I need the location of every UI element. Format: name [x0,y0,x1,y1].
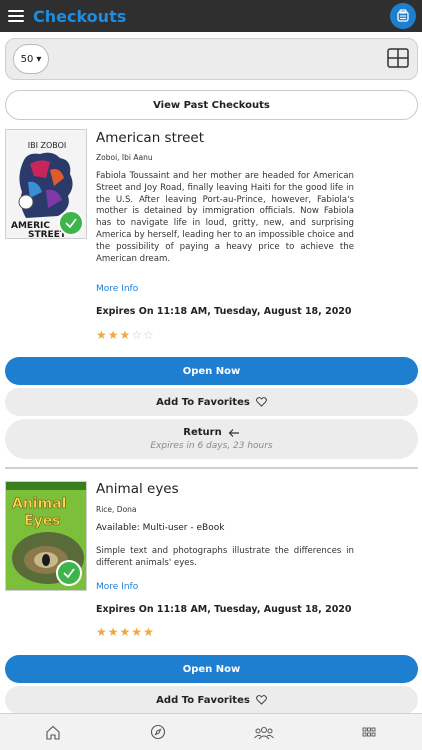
divider [5,467,418,469]
chevron-down-icon: ▾ [36,53,42,65]
nav-community-button[interactable] [252,722,276,742]
book-cover[interactable]: IBI ZOBOI AMERIC STREET [5,129,87,239]
favorites-label: Add To Favorites [156,694,250,706]
home-icon [46,725,60,740]
availability-text: Available: Multi-user - eBook [96,523,225,533]
star-icon: ★ [96,328,107,342]
star-rating[interactable]: ★ ★ ★ ★ ★ [96,626,154,638]
return-label: Return [183,427,222,438]
cover-title-text-2: Eyes [24,513,61,529]
book-author: Rice, Dona [96,505,137,514]
community-icon [253,726,274,739]
menu-icon[interactable] [8,10,24,22]
book-cover[interactable]: Animal Eyes [5,481,87,591]
heart-icon [255,397,267,407]
bottom-navigation [0,713,422,750]
book-title[interactable]: American street [96,130,204,146]
star-icon: ★ [107,625,119,639]
return-expiry-text: Expires in 6 days, 23 hours [150,441,273,451]
view-past-checkouts-button[interactable]: View Past Checkouts [5,90,418,120]
book-description: Simple text and photographs illustrate t… [96,546,354,568]
grid-view-icon[interactable] [387,48,409,68]
add-to-favorites-button[interactable]: Add To Favorites [5,388,418,416]
favorites-label: Add To Favorites [156,396,250,408]
filter-bar: 50 ▾ [5,38,418,80]
add-to-favorites-button[interactable]: Add To Favorites [5,686,418,714]
expiration-text: Expires On 11:18 AM, Tuesday, August 18,… [96,306,352,317]
star-icon: ★ [119,328,131,342]
more-info-link[interactable]: More Info [96,284,138,294]
checkmark-icon [63,568,75,579]
nav-home-button[interactable] [41,722,65,742]
book-title[interactable]: Animal eyes [96,481,179,497]
star-icon: ★ [119,625,131,639]
open-now-button[interactable]: Open Now [5,357,418,385]
checked-out-badge [56,560,82,586]
checkmark-icon [65,218,77,229]
open-now-button[interactable]: Open Now [5,655,418,683]
star-icon: ★ [131,625,143,639]
checked-out-badge [58,210,84,236]
heart-icon [255,695,267,705]
page-title: Checkouts [33,6,127,26]
star-empty-icon: ☆ [143,328,154,342]
arrow-left-icon [228,428,239,437]
star-icon: ★ [96,625,107,639]
explore-icon [151,724,166,740]
star-rating[interactable]: ★ ★ ★ ☆ ☆ [96,329,154,341]
cover-title-text-1: Animal [12,496,66,512]
more-info-link[interactable]: More Info [96,582,138,592]
star-icon: ★ [107,328,119,342]
star-icon: ★ [143,625,154,639]
top-app-bar: Checkouts [0,0,422,32]
star-empty-icon: ☆ [131,328,143,342]
apps-icon [362,727,376,737]
library-card-button[interactable] [390,3,416,29]
cover-author-text: IBI ZOBOI [28,141,67,150]
book-author: Zoboi, Ibi Aanu [96,153,153,162]
nav-apps-button[interactable] [357,722,381,742]
page-size-value: 50 [20,53,34,65]
return-button[interactable]: Return Expires in 6 days, 23 hours [5,419,418,459]
expiration-text: Expires On 11:18 AM, Tuesday, August 18,… [96,604,352,615]
book-description: Fabiola Toussaint and her mother are hea… [96,171,354,264]
page-size-select[interactable]: 50 ▾ [13,44,49,74]
nav-explore-button[interactable] [146,722,170,742]
library-card-icon [397,9,409,22]
